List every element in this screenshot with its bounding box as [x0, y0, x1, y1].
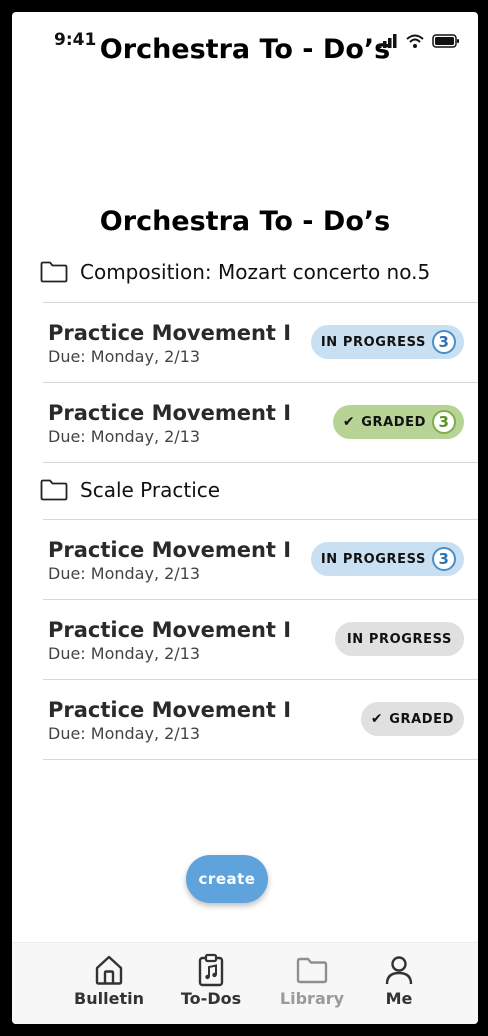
tab-label: Library [279, 989, 345, 1008]
status-badge-in-progress: IN PROGRESS 3 [310, 542, 464, 576]
battery-icon [432, 34, 459, 48]
task-due-date: Due: Monday, 2/13 [48, 644, 201, 663]
status-badge-in-progress: IN PROGRESS [334, 622, 464, 656]
tab-bar: Bulletin To-Dos Library Me [12, 942, 478, 1024]
task-due-date: Due: Monday, 2/13 [48, 427, 201, 446]
folder-label: Composition: Mozart concerto no.5 [80, 260, 431, 284]
clipboard-music-icon [198, 953, 224, 987]
task-title: Practice Movement I [48, 401, 292, 425]
task-title: Practice Movement I [48, 538, 292, 562]
tab-todos[interactable]: To-Dos [166, 953, 256, 1008]
task-row[interactable]: Practice Movement I Due: Monday, 2/13 ✔ … [43, 383, 478, 463]
task-due-date: Due: Monday, 2/13 [48, 724, 201, 743]
tab-label: Me [385, 989, 413, 1008]
folder-icon [40, 261, 68, 283]
count-badge: 3 [432, 547, 456, 571]
status-badge-graded: ✔ GRADED [360, 702, 464, 736]
tab-library[interactable]: Library [267, 953, 357, 1008]
task-title: Practice Movement I [48, 321, 292, 345]
tab-me[interactable]: Me [354, 953, 444, 1008]
task-row[interactable]: Practice Movement I Due: Monday, 2/13 IN… [43, 520, 478, 600]
status-badge-in-progress: IN PROGRESS 3 [310, 325, 464, 359]
page-title: Orchestra To - Do’s [99, 206, 391, 237]
status-icons [378, 34, 460, 48]
person-icon [385, 956, 413, 985]
tab-bulletin[interactable]: Bulletin [64, 953, 154, 1008]
tab-label: To-Dos [180, 989, 242, 1008]
home-icon [95, 955, 123, 985]
task-row[interactable]: Practice Movement I Due: Monday, 2/13 IN… [43, 303, 478, 383]
phone-screen: 9:41 Orchestra To - Do’s Orchestra To - … [12, 12, 478, 1024]
folder-label: Scale Practice [80, 478, 221, 502]
count-badge: 3 [432, 330, 456, 354]
folder-icon [296, 957, 328, 984]
signal-icon [378, 34, 397, 48]
status-badge-graded: ✔ GRADED 3 [332, 405, 464, 439]
task-row[interactable]: Practice Movement I Due: Monday, 2/13 ✔ … [43, 680, 478, 760]
status-badge-label: IN PROGRESS [320, 551, 426, 567]
task-due-date: Due: Monday, 2/13 [48, 564, 201, 583]
folder-header-composition[interactable]: Composition: Mozart concerto no.5 [40, 260, 430, 284]
task-due-date: Due: Monday, 2/13 [48, 347, 201, 366]
task-title: Practice Movement I [48, 698, 292, 722]
status-badge-label: GRADED [389, 711, 454, 727]
checkmark-icon: ✔ [342, 414, 356, 430]
status-badge-label: GRADED [361, 414, 426, 430]
folder-header-scale-practice[interactable]: Scale Practice [40, 478, 220, 502]
create-button[interactable]: create [186, 855, 268, 903]
status-badge-label: IN PROGRESS [320, 334, 426, 350]
status-badge-label: IN PROGRESS [346, 631, 452, 647]
tab-label: Bulletin [74, 989, 144, 1008]
wifi-icon [406, 34, 424, 48]
count-badge: 3 [432, 410, 456, 434]
task-row[interactable]: Practice Movement I Due: Monday, 2/13 IN… [43, 600, 478, 680]
task-title: Practice Movement I [48, 618, 292, 642]
folder-icon [40, 479, 68, 501]
checkmark-icon: ✔ [370, 711, 384, 727]
